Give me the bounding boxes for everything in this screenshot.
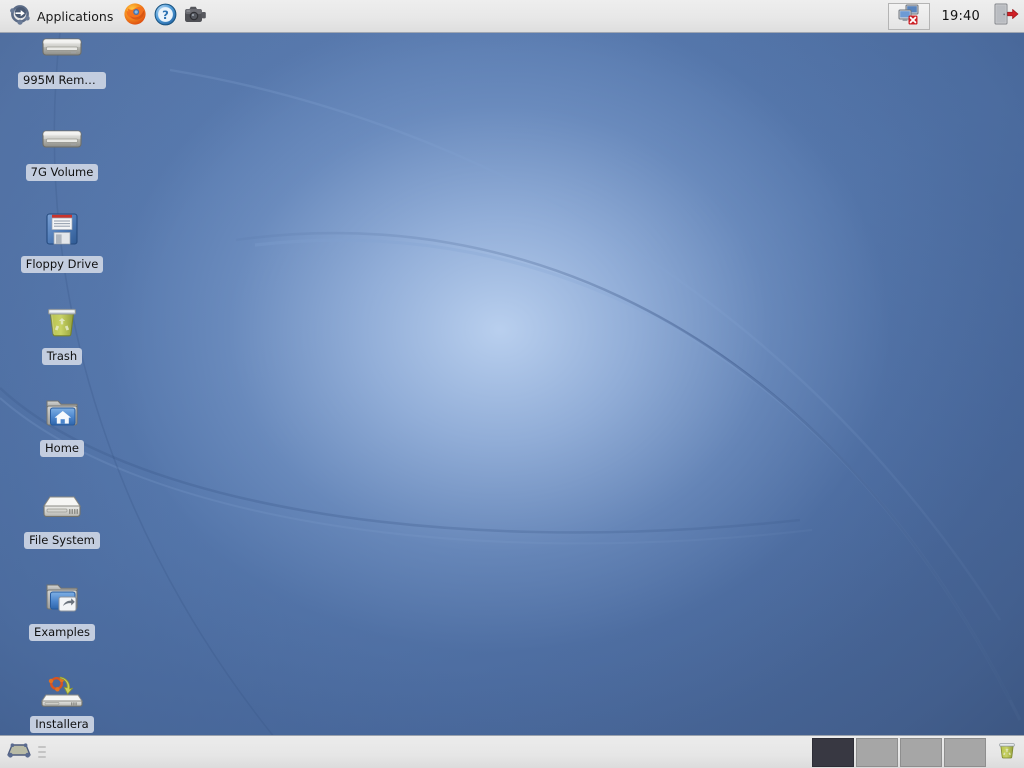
camera-icon xyxy=(183,3,207,29)
applications-menu-label: Applications xyxy=(37,8,114,24)
network-disconnected-icon xyxy=(897,4,921,29)
help-question-icon: ? xyxy=(154,3,177,30)
applications-menu-button[interactable]: Applications xyxy=(5,3,120,30)
firefox-icon xyxy=(123,2,147,30)
svg-text:?: ? xyxy=(162,8,169,22)
workspace-1[interactable] xyxy=(812,737,854,767)
top-panel-left-group: Applications ? xyxy=(0,0,210,33)
logout-button[interactable] xyxy=(992,2,1020,30)
drive-volume-icon xyxy=(38,113,86,161)
desktop-icon-label: Floppy Drive xyxy=(20,256,104,273)
show-desktop-button[interactable] xyxy=(4,737,34,767)
desktop-icon-label: 7G Volume xyxy=(25,164,99,181)
workspace-switcher[interactable] xyxy=(812,737,986,767)
bottom-panel-left-group xyxy=(0,736,46,768)
desktop-icon-7g-volume[interactable]: 7G Volume xyxy=(16,113,108,181)
desktop-icon-label: File System xyxy=(24,532,100,549)
panel-handle[interactable] xyxy=(38,742,46,762)
clock[interactable]: 19:40 xyxy=(937,9,985,24)
floppy-disk-icon xyxy=(38,205,86,253)
trash-bin-icon xyxy=(994,737,1020,767)
bottom-panel-right-group xyxy=(812,736,1024,768)
workspace-3[interactable] xyxy=(900,737,942,767)
desktop-icon-installera[interactable]: Installera xyxy=(16,665,108,733)
xubuntu-logo-icon xyxy=(9,3,31,29)
desktop-icon-label: Home xyxy=(40,440,84,457)
install-ubuntu-icon xyxy=(38,665,86,713)
network-tray-button[interactable] xyxy=(887,2,930,30)
trash-applet[interactable] xyxy=(992,737,1022,767)
show-desktop-icon xyxy=(6,739,32,765)
workspace-2[interactable] xyxy=(856,737,898,767)
desktop-icon-label: Trash xyxy=(41,348,83,365)
desktop-screen: Applications ? 19:40 995M Remo... 7G Vol… xyxy=(0,0,1024,768)
screenshot-launcher[interactable] xyxy=(180,1,210,31)
desktop-icon-label: Installera xyxy=(30,716,94,733)
firefox-launcher[interactable] xyxy=(120,1,150,31)
home-folder-icon xyxy=(38,389,86,437)
desktop-icon-label: 995M Remo... xyxy=(18,72,106,89)
trash-bin-icon xyxy=(38,297,86,345)
logout-door-arrow-icon xyxy=(993,2,1019,30)
desktop-icon-trash[interactable]: Trash xyxy=(16,297,108,365)
desktop-icon-floppy-drive[interactable]: Floppy Drive xyxy=(16,205,108,273)
bottom-panel xyxy=(0,735,1024,768)
wallpaper-vignette xyxy=(0,0,1024,768)
desktop-icon-label: Examples xyxy=(29,624,95,641)
desktop-icon-file-system[interactable]: File System xyxy=(16,481,108,549)
top-panel-right-group: 19:40 xyxy=(887,0,1024,33)
workspace-4[interactable] xyxy=(944,737,986,767)
desktop-icon-examples[interactable]: Examples xyxy=(16,573,108,641)
desktop-icon-home[interactable]: Home xyxy=(16,389,108,457)
top-panel: Applications ? 19:40 xyxy=(0,0,1024,33)
folder-shortcut-icon xyxy=(38,573,86,621)
help-launcher[interactable]: ? xyxy=(150,1,180,31)
harddisk-icon xyxy=(38,481,86,529)
